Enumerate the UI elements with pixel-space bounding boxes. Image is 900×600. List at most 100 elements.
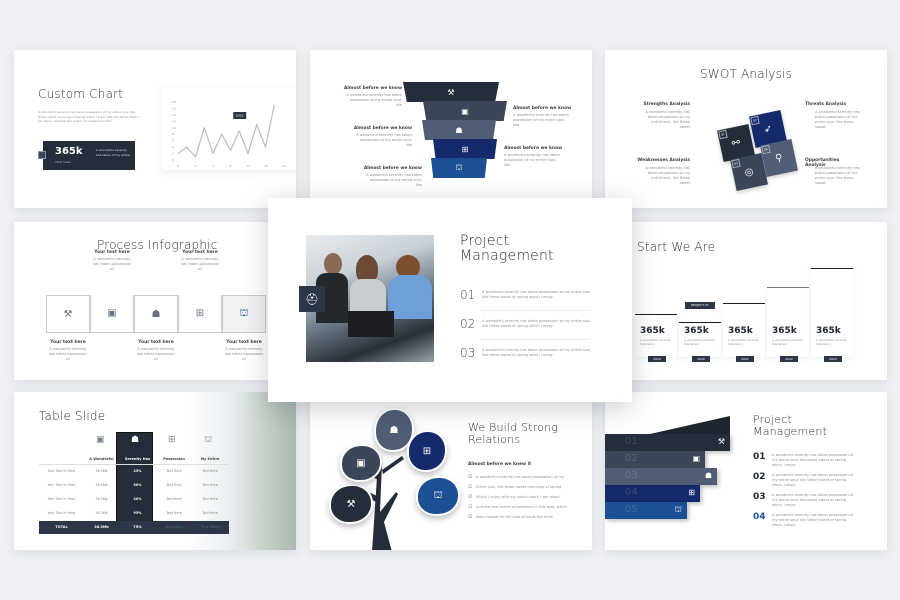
step-layer: 02 ▣ <box>605 451 705 468</box>
data-point <box>256 123 258 126</box>
process-step-box: ⚒ <box>46 295 90 333</box>
crane-icon: ⛫ <box>204 435 213 445</box>
x-tick-label: 12 <box>282 164 286 168</box>
step-text: A wonderful serenity has taken possessio… <box>772 473 854 487</box>
worker-icon: ☗ <box>131 435 140 445</box>
rocket-icon: ➶ <box>762 122 774 136</box>
slide-process[interactable]: Process Infographic ⚒ Your text here A won… <box>14 222 296 380</box>
swot-title: Weaknesses Analysis <box>637 158 690 163</box>
slide-title: SWOT Analysis <box>699 67 793 81</box>
swot-number: 01 <box>718 129 728 140</box>
process-step-text: A wonderful serenity has taken possessio… <box>48 347 88 361</box>
step-text: A wonderful serenity has taken possessio… <box>772 493 854 507</box>
slide-funnel[interactable]: Almost before we know A wonderful serenit… <box>310 50 592 208</box>
checklist-item: A wonderful serenity has taken possessio… <box>476 475 565 479</box>
bar-value: 365k <box>728 326 753 336</box>
toolbox-icon: ▣ <box>96 435 105 445</box>
slide-project-management-feature[interactable]: ⛑ Project Management 01 A wonderful seren… <box>268 198 632 402</box>
step-layer-number: 01 <box>625 436 638 447</box>
barrier-icon: ⊞ <box>195 308 205 319</box>
worker-icon: ☗ <box>389 424 399 436</box>
process-step-text: A wonderful serenity has taken possessio… <box>224 347 264 361</box>
bar-text: A wonderful serenity has taken <box>772 338 804 346</box>
bar-value: 365k <box>684 326 709 336</box>
swot-square: ⚲ 04 <box>760 139 798 177</box>
step-number: 03 <box>753 492 766 502</box>
table-cell: Text Here <box>202 497 218 501</box>
slide-steps[interactable]: 01 ⚒ 02 ▣ 03 ☗ 04 ⊞ 05 ⛫ Project Management 01 A w… <box>605 392 887 550</box>
stat-value: 365k <box>55 146 83 157</box>
slide-tree[interactable]: ⚒ ▣ ☗ ⊞ ⛫ We Build Strong Relations Almost b… <box>310 392 592 550</box>
step-text: A wonderful serenity has taken possessio… <box>772 513 854 527</box>
barrier-icon: ⊞ <box>168 435 176 445</box>
x-tick-label: 2 <box>195 164 197 168</box>
funnel-layer: ⚒ <box>403 82 499 102</box>
tree-leaf: ⚒ <box>329 484 373 524</box>
swot-title: Strengths Analysis <box>643 102 690 107</box>
chart-icon <box>38 151 46 159</box>
total-cell: Text Here <box>200 525 220 529</box>
process-step-text: A wonderful serenity has taken possessio… <box>136 347 176 361</box>
data-point <box>221 133 223 135</box>
funnel-label-text: A wonderful serenity has taken possessio… <box>346 93 402 107</box>
y-tick-label: 0 <box>172 158 174 162</box>
swot-text: A wonderful serenity has taken possessio… <box>815 166 860 185</box>
total-cell: 36.5Mb <box>94 525 109 529</box>
x-tick-label: 4 <box>212 164 214 168</box>
step-number: 02 <box>753 472 766 482</box>
data-point <box>238 130 240 132</box>
funnel-label-title: Almost before we know <box>343 86 402 91</box>
step-number: 01 <box>753 452 766 462</box>
tree-leaf: ⊞ <box>407 430 447 472</box>
process-step-title: Your text here <box>50 340 86 345</box>
table-cell: Text Here <box>166 469 182 473</box>
funnel-label-title: Almost before we know <box>513 106 572 111</box>
year-badge: 2023 <box>824 356 842 362</box>
item-divider <box>480 310 590 311</box>
checkbox-icon[interactable]: ☑ <box>468 514 472 520</box>
crane-icon: ⛫ <box>239 307 249 319</box>
hammer-icon: ⚒ <box>717 437 725 446</box>
item-text: A wonderful serenity has taken possessio… <box>482 290 592 299</box>
year-badge: 2020 <box>692 356 710 362</box>
slide-custom-chart[interactable]: Custom Chart A wonderful serenity has ta… <box>14 50 296 208</box>
total-cell: Text Here <box>164 525 184 529</box>
checkbox-icon[interactable]: ☑ <box>468 504 472 510</box>
target-icon: ◎ <box>743 165 755 179</box>
y-tick-label: 2 <box>172 152 174 156</box>
checkbox-icon[interactable]: ☑ <box>468 494 472 500</box>
checkbox-icon[interactable]: ☑ <box>468 484 472 490</box>
slide-table[interactable]: Table Slide ▣ ☗ ⊞ ⛫ A Wonderful Serenity Has P… <box>14 392 296 550</box>
process-step-text: A wonderful serenity has taken possessio… <box>180 257 220 271</box>
process-step-box: ▣ <box>90 295 134 333</box>
swot-text: A wonderful serenity has taken possessio… <box>815 110 860 129</box>
table-header: Possession <box>163 457 185 461</box>
hammer-icon: ⚒ <box>346 498 356 510</box>
y-tick-label: 18 <box>172 100 176 104</box>
funnel-label-title: Almost before we know <box>363 166 422 171</box>
bar-value: 365k <box>772 326 797 336</box>
data-point <box>273 104 275 106</box>
table-cell: Text Here <box>166 483 182 487</box>
crane-icon: ⛫ <box>433 489 443 501</box>
funnel-label-text: A wonderful serenity has taken possessio… <box>356 133 412 147</box>
x-tick-label: 10 <box>265 164 269 168</box>
table-cell: Text Here <box>202 483 218 487</box>
process-step-title: Your text here <box>138 340 174 345</box>
barrier-icon: ⊞ <box>461 144 469 154</box>
process-step-box: ☗ <box>134 295 178 333</box>
dumbbell-icon: ⚯ <box>730 136 742 150</box>
stat-card: 365k Total Sales A wonderful serenity ha… <box>38 141 135 170</box>
swot-text: A wonderful serenity has taken possessio… <box>645 166 690 185</box>
funnel-layer: ▣ <box>423 101 507 121</box>
tooltip-label: 2021 <box>236 114 244 118</box>
swot-number: 02 <box>750 115 760 126</box>
helmet-icon: ⛑ <box>299 286 325 312</box>
checkbox-icon[interactable]: ☑ <box>468 474 472 480</box>
data-point <box>203 127 205 129</box>
slide-title: Custom Chart <box>38 87 124 101</box>
worker-icon: ☗ <box>704 471 712 480</box>
table-cell: 50% <box>133 483 142 487</box>
slide-start-we-are[interactable]: Start We Are 365k A wonderful serenity ha… <box>605 222 887 380</box>
slide-swot[interactable]: SWOT Analysis Strengths Analysis A wonder… <box>605 50 887 208</box>
